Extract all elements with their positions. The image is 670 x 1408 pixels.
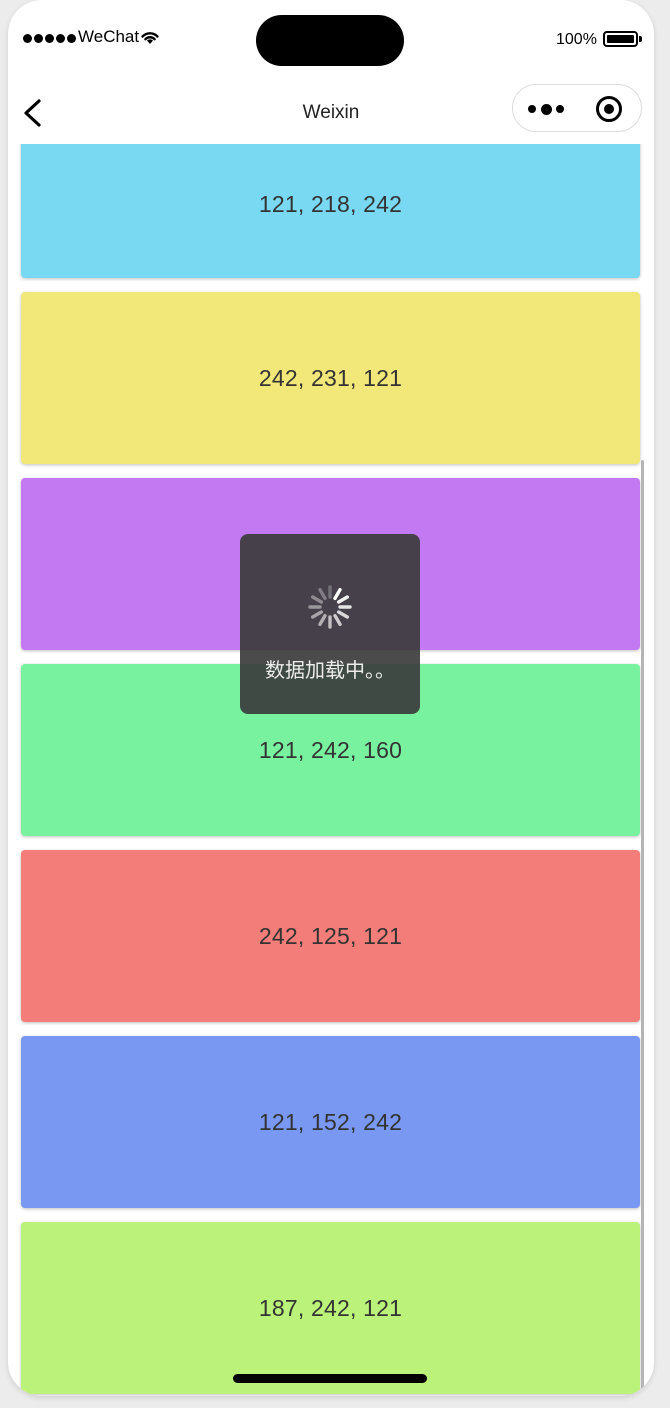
color-card-label: 242, 231, 121 — [258, 364, 403, 391]
battery-cap — [639, 36, 642, 42]
battery-percentage: 100% — [556, 31, 597, 48]
wifi-icon — [141, 32, 159, 44]
phone-frame: WeChat 100% Weixin 121, 218, 242 242, 23… — [8, 0, 654, 1396]
target-circle-icon[interactable] — [596, 96, 622, 122]
loading-toast: 数据加载中。。 — [240, 534, 420, 714]
color-card-list[interactable]: 121, 218, 242 242, 231, 121 121, 242, 16… — [8, 144, 654, 1396]
color-card: 121, 218, 242 — [21, 144, 640, 278]
loading-text: 数据加载中。。 — [265, 660, 395, 682]
color-card-label: 121, 242, 160 — [258, 736, 403, 763]
nav-bar: Weixin — [8, 80, 654, 144]
color-card: 121, 152, 242 — [21, 1036, 640, 1208]
color-card-label: 121, 152, 242 — [258, 1108, 403, 1135]
mini-program-capsule — [512, 84, 642, 132]
color-card-label: 121, 218, 242 — [258, 190, 403, 217]
color-card-label: 242, 125, 121 — [258, 922, 403, 949]
loading-spinner-icon — [308, 585, 352, 629]
home-indicator[interactable] — [233, 1374, 427, 1383]
status-bar: WeChat 100% — [8, 0, 654, 80]
color-card: 242, 231, 121 — [21, 292, 640, 464]
dynamic-island — [256, 15, 404, 66]
color-card-label: 187, 242, 121 — [258, 1294, 403, 1321]
color-card: 242, 125, 121 — [21, 850, 640, 1022]
capsule-divider — [578, 99, 579, 119]
signal-dots-icon — [23, 34, 76, 43]
battery-icon — [603, 31, 638, 47]
carrier-label: WeChat — [78, 27, 140, 46]
scrollbar[interactable] — [641, 460, 644, 1390]
more-dots-icon[interactable] — [528, 103, 564, 115]
color-card: 187, 242, 121 — [21, 1222, 640, 1394]
